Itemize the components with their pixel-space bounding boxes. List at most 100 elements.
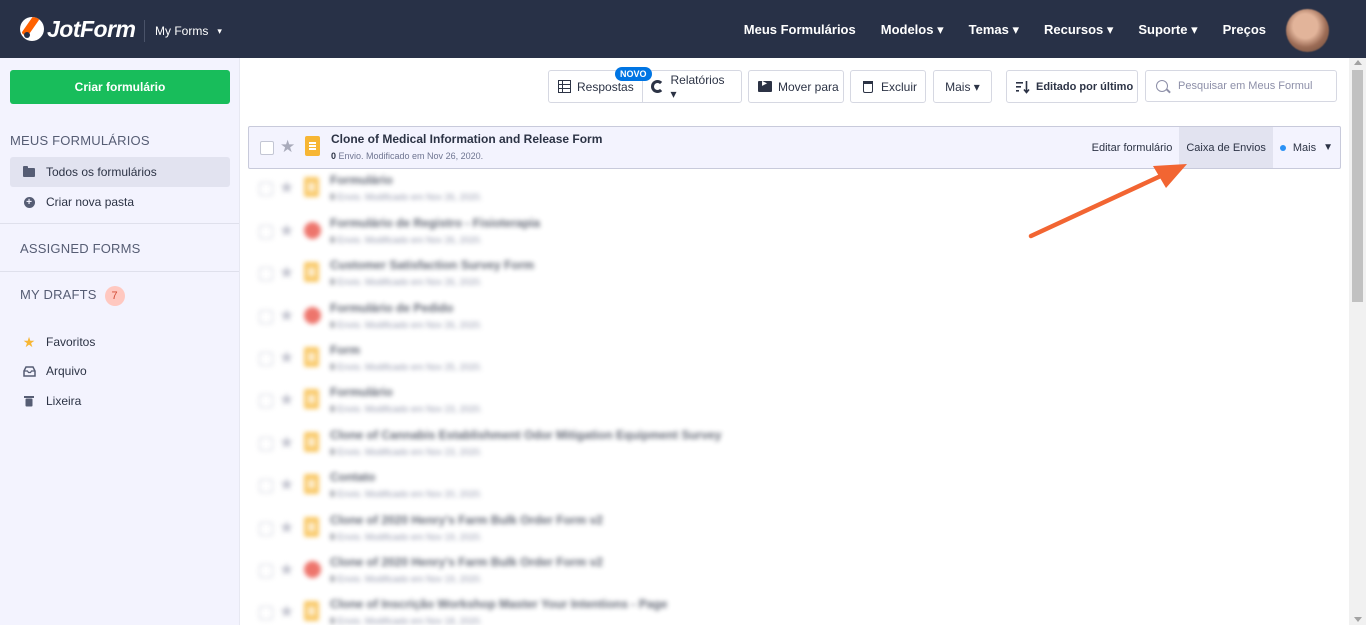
page-scrollbar[interactable] [1349,58,1366,625]
form-row[interactable]: ★ Customer Satisfaction Survey Form 0 Envi… [248,253,1341,296]
favorite-star-icon[interactable]: ★ [279,263,294,283]
sidebar-item-all-forms[interactable]: Todos os formulários [10,157,230,187]
form-meta: 0 Envio. Modificado em Nov 19, 2020. [330,532,482,542]
favorite-star-icon[interactable]: ★ [279,518,294,538]
move-folder-icon [758,78,772,94]
form-doc-icon [304,601,319,621]
form-doc-icon [304,347,319,367]
form-card-icon [304,307,321,324]
form-title[interactable]: Formulário de Registro - Fisioterapia [330,216,540,230]
form-row[interactable]: ★ Contato 0 Envio. Modificado em Nov 20, 2… [248,465,1341,508]
favorite-star-icon[interactable]: ★ [279,560,294,580]
form-row[interactable]: ★ Clone of Cannabis Establishment Odor Mi… [248,423,1341,466]
form-row[interactable]: ★ Clone of 2020 Henry's Farm Bulk Order F… [248,550,1341,593]
nav-pricing[interactable]: Preços [1223,22,1266,38]
scroll-thumb[interactable] [1352,70,1363,302]
jotform-logo[interactable]: JotForm [20,14,136,44]
form-title[interactable]: Formulário de Pedido [330,301,453,315]
form-meta-text: Envio. Modificado em Nov 19, 2020. [335,532,483,542]
top-navbar: JotForm My Forms ▾ Meus Formulários Mode… [0,0,1366,58]
sidebar: Criar formulário MEUS FORMULÁRIOS Todos … [0,58,240,625]
main-nav: Meus Formulários Modelos ▾ Temas ▾ Recur… [719,22,1266,38]
sort-dropdown[interactable]: Editado por último [1006,70,1138,103]
row-checkbox[interactable] [259,394,273,408]
user-avatar[interactable] [1286,9,1329,52]
favorite-star-icon[interactable]: ★ [279,221,294,241]
form-meta-text: Envio. Modificado em Nov 20, 2020. [335,489,483,499]
row-more-label: Mais [1292,141,1317,154]
row-checkbox[interactable] [259,479,273,493]
row-checkbox[interactable] [259,606,273,620]
form-row[interactable]: ★ Formulário de Pedido 0 Envio. Modificado… [248,296,1341,339]
form-title[interactable]: Clone of 2020 Henry's Farm Bulk Order Fo… [330,513,603,527]
scroll-up-icon[interactable] [1354,60,1362,65]
form-title[interactable]: Formulário [330,385,393,399]
nav-support[interactable]: Suporte ▾ [1138,22,1197,38]
form-meta-text: Envio. Modificado em Nov 26, 2020. [335,320,483,330]
favorite-star-icon[interactable]: ★ [279,348,294,368]
caret-down-icon: ▼ [1323,142,1333,153]
form-meta-text: Envio. Modificado em Nov 26, 2020. [336,151,484,161]
form-title[interactable]: Clone of 2020 Henry's Farm Bulk Order Fo… [330,555,603,569]
search-input[interactable] [1178,80,1328,92]
form-meta: 0 Envio. Modificado em Nov 26, 2020. [330,235,482,245]
nav-templates[interactable]: Modelos ▾ [881,22,944,38]
favorite-star-icon[interactable]: ★ [279,602,294,622]
form-row[interactable]: ★ Formulário 0 Envio. Modificado em Nov 23… [248,380,1341,423]
row-checkbox[interactable] [259,267,273,281]
form-title[interactable]: Customer Satisfaction Survey Form [330,258,534,272]
section-heading-assigned-forms[interactable]: ASSIGNED FORMS [20,241,141,256]
favorite-star-icon[interactable]: ★ [280,137,295,157]
form-meta: 0 Envio. Modificado em Nov 19, 2020. [330,574,482,584]
search-icon [1156,80,1168,92]
reports-dropdown[interactable]: Relatórios ▾ [643,71,741,102]
more-label: Mais ▾ [945,79,980,94]
row-checkbox[interactable] [259,352,273,366]
favorite-star-icon[interactable]: ★ [279,306,294,326]
form-meta: 0 Envio. Modificado em Nov 26, 2020. [331,151,483,161]
section-heading-my-drafts[interactable]: MY DRAFTS 7 [20,286,125,306]
row-more-dropdown[interactable]: Mais ▼ [1273,127,1340,168]
form-title[interactable]: Formulário [330,173,393,187]
row-checkbox[interactable] [259,182,273,196]
sidebar-item-archive[interactable]: Arquivo [10,356,230,386]
form-row[interactable]: ★ Clone of 2020 Henry's Farm Bulk Order F… [248,508,1341,551]
sidebar-item-favorites[interactable]: ★ Favoritos [10,327,230,357]
more-dropdown[interactable]: Mais ▾ [933,70,992,103]
form-title[interactable]: Clone of Inscrição Workshop Master Your … [330,597,667,611]
form-title[interactable]: Contato [330,470,375,484]
star-icon: ★ [22,333,36,350]
scroll-down-icon[interactable] [1354,617,1362,622]
sidebar-item-trash[interactable]: Lixeira [10,386,230,416]
logo-text: JotForm [47,15,136,42]
delete-button[interactable]: Excluir [850,70,926,103]
form-meta-text: Envio. Modificado em Nov 26, 2020. [335,277,483,287]
row-checkbox[interactable] [259,310,273,324]
create-form-button[interactable]: Criar formulário [10,70,230,104]
sidebar-item-new-folder[interactable]: + Criar nova pasta [10,187,230,217]
row-checkbox[interactable] [259,564,273,578]
form-doc-icon [304,389,319,409]
form-title[interactable]: Form [330,343,360,357]
form-row[interactable]: ★ Clone of Inscrição Workshop Master Your… [248,592,1341,625]
favorite-star-icon[interactable]: ★ [279,390,294,410]
row-checkbox[interactable] [259,437,273,451]
favorite-star-icon[interactable]: ★ [279,178,294,198]
reports-label: Relatórios ▾ [670,72,725,101]
chevron-down-icon: ▾ [217,25,222,36]
form-meta-text: Envio. Modificado em Nov 25, 2020. [335,362,483,372]
nav-my-forms[interactable]: Meus Formulários [744,22,856,38]
row-checkbox[interactable] [260,141,274,155]
my-forms-dropdown[interactable]: My Forms ▾ [155,24,222,38]
favorite-star-icon[interactable]: ★ [279,475,294,495]
nav-resources[interactable]: Recursos ▾ [1044,22,1113,38]
favorite-star-icon[interactable]: ★ [279,433,294,453]
form-row[interactable]: ★ Form 0 Envio. Modificado em Nov 25, 2020… [248,338,1341,381]
form-title[interactable]: Clone of Cannabis Establishment Odor Mit… [330,428,721,442]
row-checkbox[interactable] [259,522,273,536]
nav-themes[interactable]: Temas ▾ [969,22,1019,38]
row-checkbox[interactable] [259,225,273,239]
folder-icon [22,165,36,179]
form-title[interactable]: Clone of Medical Information and Release… [331,132,602,146]
move-to-button[interactable]: Mover para [748,70,844,103]
